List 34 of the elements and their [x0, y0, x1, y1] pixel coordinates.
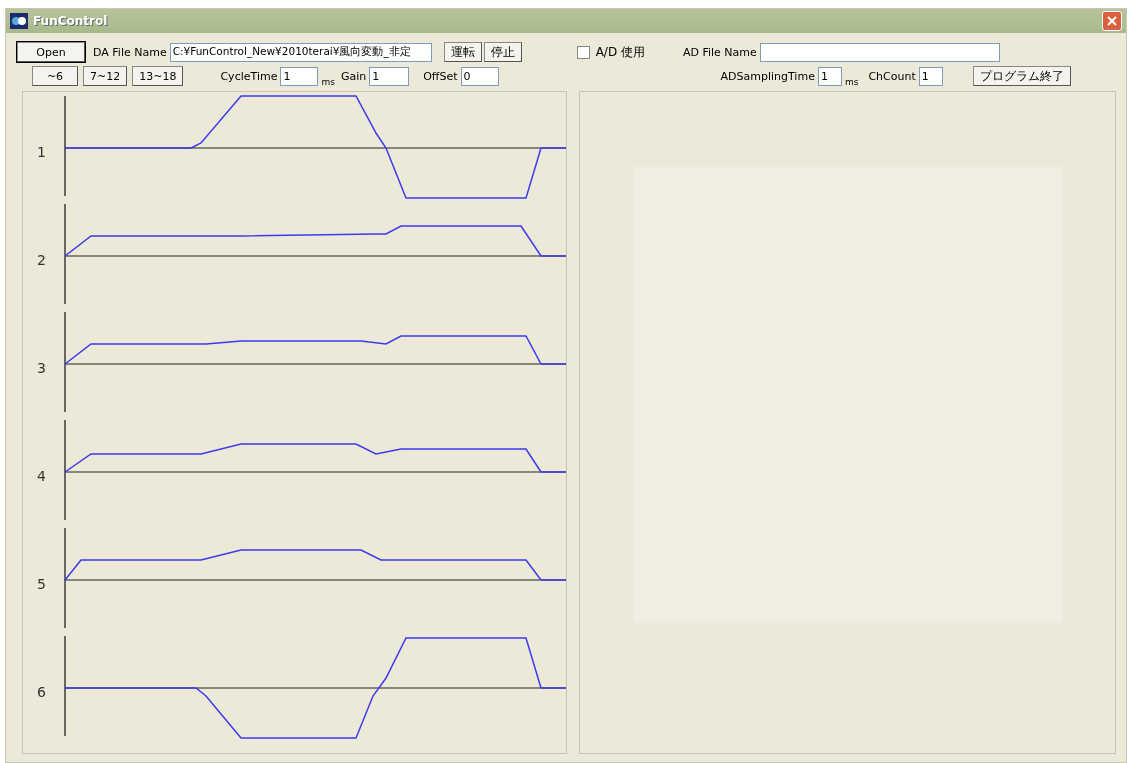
- run-button[interactable]: 運転: [443, 42, 482, 62]
- field-label: DA File Name: [93, 45, 167, 59]
- channel-label: 4: [37, 468, 46, 484]
- ad-file-field[interactable]: [759, 42, 1000, 62]
- open-button[interactable]: Open: [17, 42, 85, 62]
- field-label: ADSamplingTime: [720, 69, 815, 83]
- stop-button[interactable]: 停止: [483, 42, 522, 62]
- channel-label: 6: [37, 684, 46, 700]
- range-button[interactable]: 7~12: [83, 66, 128, 86]
- window-title: FunControl: [33, 14, 108, 28]
- field-label: OffSet: [423, 69, 458, 83]
- range-button[interactable]: 13~18: [132, 66, 184, 86]
- exit-button[interactable]: プログラム終了: [972, 66, 1071, 86]
- close-icon[interactable]: [1102, 11, 1122, 31]
- channel-label: 2: [37, 252, 46, 268]
- field-label: AD File Name: [682, 45, 757, 59]
- gain-field[interactable]: 1: [369, 66, 410, 86]
- field-label: Gain: [340, 69, 367, 83]
- field-label: ChCount: [868, 69, 916, 83]
- da-file-field[interactable]: C:¥FunControl_New¥2010terai¥風向変動_非定: [169, 42, 432, 62]
- channel-label: 3: [37, 360, 46, 376]
- ch-count-field[interactable]: 1: [918, 66, 943, 86]
- unit-label: ms: [844, 77, 859, 87]
- range-button[interactable]: ~6: [32, 66, 78, 86]
- channel-label: 1: [37, 144, 46, 160]
- offset-field[interactable]: 0: [460, 66, 499, 86]
- field-label: CycleTime: [220, 69, 278, 83]
- channel-label: 5: [37, 576, 46, 592]
- app-icon: [10, 13, 28, 29]
- checkbox[interactable]: [576, 45, 590, 59]
- checkbox-label: A/D 使用: [595, 43, 645, 61]
- unit-label: ms: [321, 77, 335, 87]
- cycle-time-field[interactable]: 1: [280, 66, 319, 86]
- ad-sampling-field[interactable]: 1: [817, 66, 842, 86]
